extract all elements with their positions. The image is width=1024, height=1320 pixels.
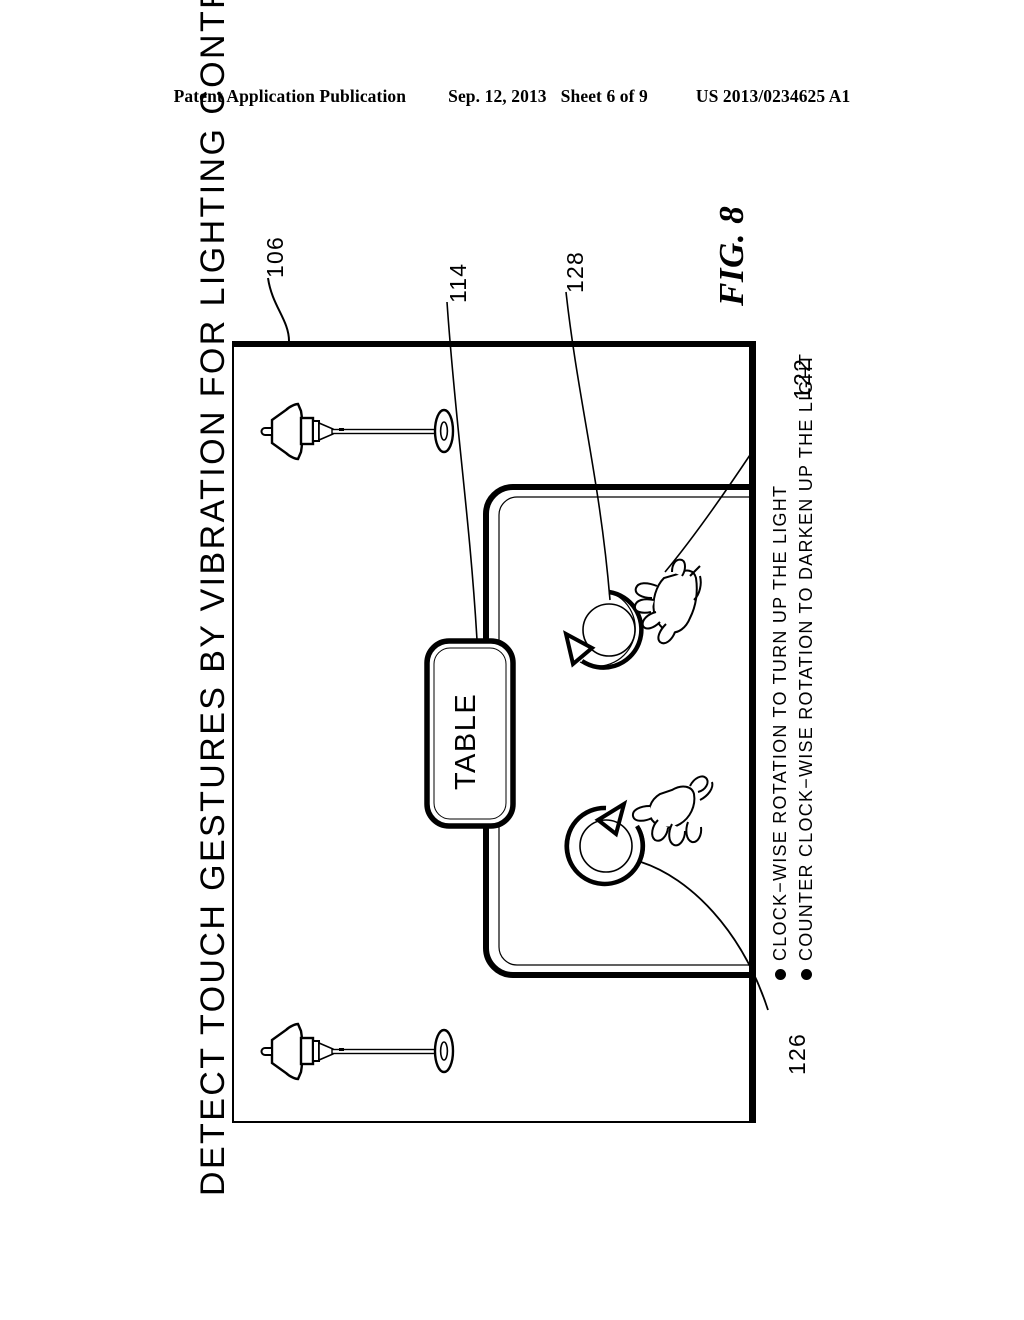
reference-numeral-114: 114 bbox=[445, 262, 471, 303]
reference-numeral-126: 126 bbox=[784, 1033, 810, 1075]
room-wall-right bbox=[749, 341, 756, 1123]
patent-figure-drawing bbox=[232, 277, 769, 1123]
reference-numeral-106: 106 bbox=[262, 236, 288, 278]
legend-item-label: COUNTER CLOCK−WISE ROTATION TO DARKEN UP… bbox=[796, 352, 816, 961]
bullet-icon bbox=[775, 969, 786, 980]
leader-line-114 bbox=[446, 301, 478, 641]
figure-number-label: FIG. 8 bbox=[712, 205, 751, 306]
floor-lamp-bottom bbox=[260, 1022, 455, 1081]
sofa-outline bbox=[483, 484, 755, 978]
gesture-legend: CLOCK−WISE ROTATION TO TURN UP THE LIGHT… bbox=[770, 353, 817, 980]
leader-line-126 bbox=[640, 861, 769, 1011]
hand-gesture-upper bbox=[633, 558, 702, 645]
room-wall-top bbox=[232, 341, 756, 347]
floor-lamp-top bbox=[260, 402, 455, 461]
hand-gesture-lower bbox=[631, 775, 714, 847]
legend-item: CLOCK−WISE ROTATION TO TURN UP THE LIGHT bbox=[770, 353, 791, 980]
legend-item-label: CLOCK−WISE ROTATION TO TURN UP THE LIGHT bbox=[770, 484, 790, 961]
room-wall-bottom bbox=[232, 1121, 756, 1123]
counter-clockwise-rotation-icon bbox=[563, 589, 644, 670]
reference-numeral-128: 128 bbox=[562, 251, 588, 293]
leader-line-122 bbox=[664, 451, 753, 573]
legend-item: COUNTER CLOCK−WISE ROTATION TO DARKEN UP… bbox=[796, 353, 817, 980]
bullet-icon bbox=[801, 969, 812, 980]
room-wall-left bbox=[232, 341, 234, 1123]
table-label: TABLE bbox=[450, 692, 482, 790]
figure-title: DETECT TOUCH GESTURES BY VIBRATION FOR L… bbox=[194, 0, 232, 1196]
leader-line-106 bbox=[267, 277, 290, 342]
leader-line-128 bbox=[565, 291, 611, 601]
